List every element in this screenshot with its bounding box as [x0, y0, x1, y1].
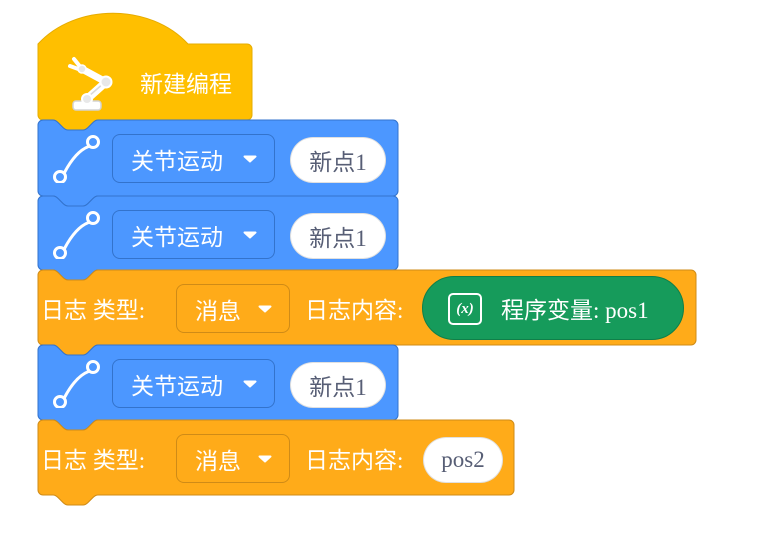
motion-type-value: 关节运动	[131, 373, 223, 399]
log-type-dropdown[interactable]: 消息	[176, 434, 290, 483]
target-point-value: 新点1	[309, 150, 367, 175]
target-point-input[interactable]: 新点1	[290, 137, 386, 183]
dropdown-caret-icon	[258, 305, 272, 312]
path-segment-icon	[53, 360, 100, 408]
robot-arm-icon	[68, 57, 113, 111]
log-type-value: 消息	[195, 298, 241, 324]
log-type-value: 消息	[195, 448, 241, 474]
target-point-value: 新点1	[309, 375, 367, 400]
dropdown-caret-icon	[243, 231, 257, 238]
log-content-input[interactable]: pos2	[423, 437, 503, 483]
motion-type-dropdown[interactable]: 关节运动	[112, 359, 275, 408]
log-block[interactable]: 日志 类型: 消息 日志内容: pos2	[37, 419, 515, 506]
motion-type-value: 关节运动	[131, 224, 223, 250]
log-content-label: 日志内容:	[305, 297, 404, 323]
path-segment-icon	[53, 135, 100, 183]
target-point-value: 新点1	[309, 226, 367, 251]
motion-type-value: 关节运动	[131, 148, 223, 174]
joint-move-block[interactable]: 关节运动 新点1	[37, 195, 399, 281]
log-content-label: 日志内容:	[305, 447, 404, 473]
joint-move-block[interactable]: 关节运动 新点1	[37, 344, 399, 431]
joint-move-block[interactable]: 关节运动 新点1	[37, 119, 399, 207]
log-content-value: pos2	[441, 447, 485, 472]
dropdown-caret-icon	[243, 155, 257, 162]
path-segment-icon	[53, 211, 100, 259]
program-variable-reporter[interactable]: (x) 程序变量: pos1	[422, 276, 684, 340]
variable-icon: (x)	[448, 293, 482, 325]
dropdown-caret-icon	[258, 455, 272, 462]
new-program-hat-block[interactable]: 新建编程	[37, 12, 253, 131]
motion-type-dropdown[interactable]: 关节运动	[112, 210, 275, 259]
script-workspace[interactable]: 新建编程 关节运动 新点1 关节运动 新点1 日志 类型: 消息 日志内容: (…	[0, 0, 766, 543]
log-type-dropdown[interactable]: 消息	[176, 284, 290, 333]
log-type-label: 日志 类型:	[41, 447, 146, 473]
program-variable-label: 程序变量: pos1	[501, 298, 649, 323]
target-point-input[interactable]: 新点1	[290, 213, 386, 259]
dropdown-caret-icon	[243, 380, 257, 387]
motion-type-dropdown[interactable]: 关节运动	[112, 134, 275, 183]
log-block[interactable]: 日志 类型: 消息 日志内容: (x) 程序变量: pos1	[37, 269, 697, 356]
log-type-label: 日志 类型:	[41, 297, 146, 323]
target-point-input[interactable]: 新点1	[290, 362, 386, 408]
hat-block-label: 新建编程	[140, 72, 232, 97]
